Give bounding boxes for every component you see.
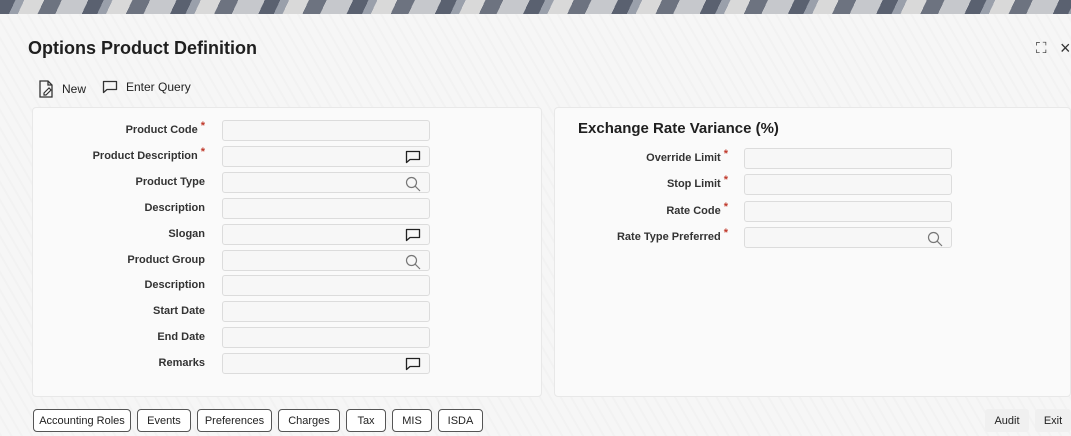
comment-icon[interactable] xyxy=(405,150,421,164)
label-text: Rate Type Preferred xyxy=(616,230,721,243)
product-description-input[interactable] xyxy=(222,145,430,167)
label-rate-code: Rate Code * xyxy=(666,201,728,217)
tab-tax[interactable]: Tax xyxy=(346,409,386,432)
comment-icon[interactable] xyxy=(405,228,421,242)
new-button[interactable]: New xyxy=(38,80,86,98)
label-stop-limit: Stop Limit * xyxy=(666,174,728,191)
label-start-date: Start Date xyxy=(153,305,205,317)
label-rate-type-preferred: Rate Type Preferred * xyxy=(616,227,728,243)
audit-button[interactable]: Audit xyxy=(985,409,1029,432)
enter-query-label: Enter Query xyxy=(126,80,191,94)
label-description: Description xyxy=(144,279,205,291)
stop-limit-input[interactable] xyxy=(744,174,952,196)
new-document-icon xyxy=(39,80,53,98)
required-marker: * xyxy=(200,120,205,132)
remarks-input[interactable] xyxy=(222,353,430,375)
tab-accounting-roles[interactable]: Accounting Roles xyxy=(33,409,131,432)
exit-button[interactable]: Exit xyxy=(1035,409,1071,432)
label-product-description: Product Description * xyxy=(92,146,205,162)
label-text: End Date xyxy=(157,331,205,344)
page-title: Options Product Definition xyxy=(28,38,257,58)
label-override-limit: Override Limit * xyxy=(646,148,728,164)
rate-code-input[interactable] xyxy=(744,200,952,222)
label-product-group: Product Group xyxy=(127,254,205,266)
label-text: Slogan xyxy=(168,227,205,240)
label-description: Description xyxy=(144,202,205,214)
product-group-input[interactable] xyxy=(222,249,430,271)
new-label: New xyxy=(62,82,87,96)
description-input[interactable] xyxy=(222,197,430,219)
label-text: Stop Limit xyxy=(666,178,721,191)
label-end-date: End Date xyxy=(157,331,205,343)
search-icon[interactable] xyxy=(927,231,943,247)
header-decorative-band xyxy=(0,0,1071,14)
product-type-input[interactable] xyxy=(222,171,430,193)
label-remarks: Remarks xyxy=(159,357,205,369)
label-text: Description xyxy=(144,201,205,214)
label-product-code: Product Code * xyxy=(125,120,205,136)
tab-preferences[interactable]: Preferences xyxy=(197,409,272,432)
comment-icon[interactable] xyxy=(405,357,421,371)
required-marker: * xyxy=(200,145,205,158)
slogan-input[interactable] xyxy=(222,223,430,245)
label-text: Product Group xyxy=(127,253,205,266)
tab-charges[interactable]: Charges xyxy=(278,409,340,432)
enter-query-button[interactable]: Enter Query xyxy=(102,80,191,94)
product-code-input[interactable] xyxy=(222,120,430,141)
required-marker: * xyxy=(723,148,728,160)
label-text: Product Description xyxy=(92,149,198,162)
tab-isda[interactable]: ISDA xyxy=(438,409,483,432)
label-text: Start Date xyxy=(153,305,205,318)
close-icon[interactable]: × xyxy=(1060,38,1071,59)
required-marker: * xyxy=(723,174,728,187)
required-marker: * xyxy=(723,226,728,239)
label-text: Rate Code xyxy=(666,204,721,217)
search-icon[interactable] xyxy=(405,176,421,192)
label-text: Description xyxy=(144,279,205,292)
maximize-icon[interactable]: ⛶ xyxy=(1036,40,1047,57)
exchange-rate-variance-title: Exchange Rate Variance (%) xyxy=(578,120,779,137)
label-text: Product Code xyxy=(125,124,198,136)
comment-icon xyxy=(102,80,118,94)
label-text: Remarks xyxy=(158,357,205,370)
description-input[interactable] xyxy=(222,275,430,297)
label-text: Product Type xyxy=(135,175,205,188)
label-text: Override Limit xyxy=(646,152,721,164)
tab-events[interactable]: Events xyxy=(137,409,191,432)
start-date-input[interactable] xyxy=(222,301,430,323)
rate-type-preferred-input[interactable] xyxy=(744,226,952,248)
search-icon[interactable] xyxy=(405,254,421,269)
tab-mis[interactable]: MIS xyxy=(392,409,432,432)
override-limit-input[interactable] xyxy=(744,148,952,169)
end-date-input[interactable] xyxy=(222,327,430,349)
label-slogan: Slogan xyxy=(168,228,205,240)
label-product-type: Product Type xyxy=(136,176,205,188)
required-marker: * xyxy=(723,200,728,213)
